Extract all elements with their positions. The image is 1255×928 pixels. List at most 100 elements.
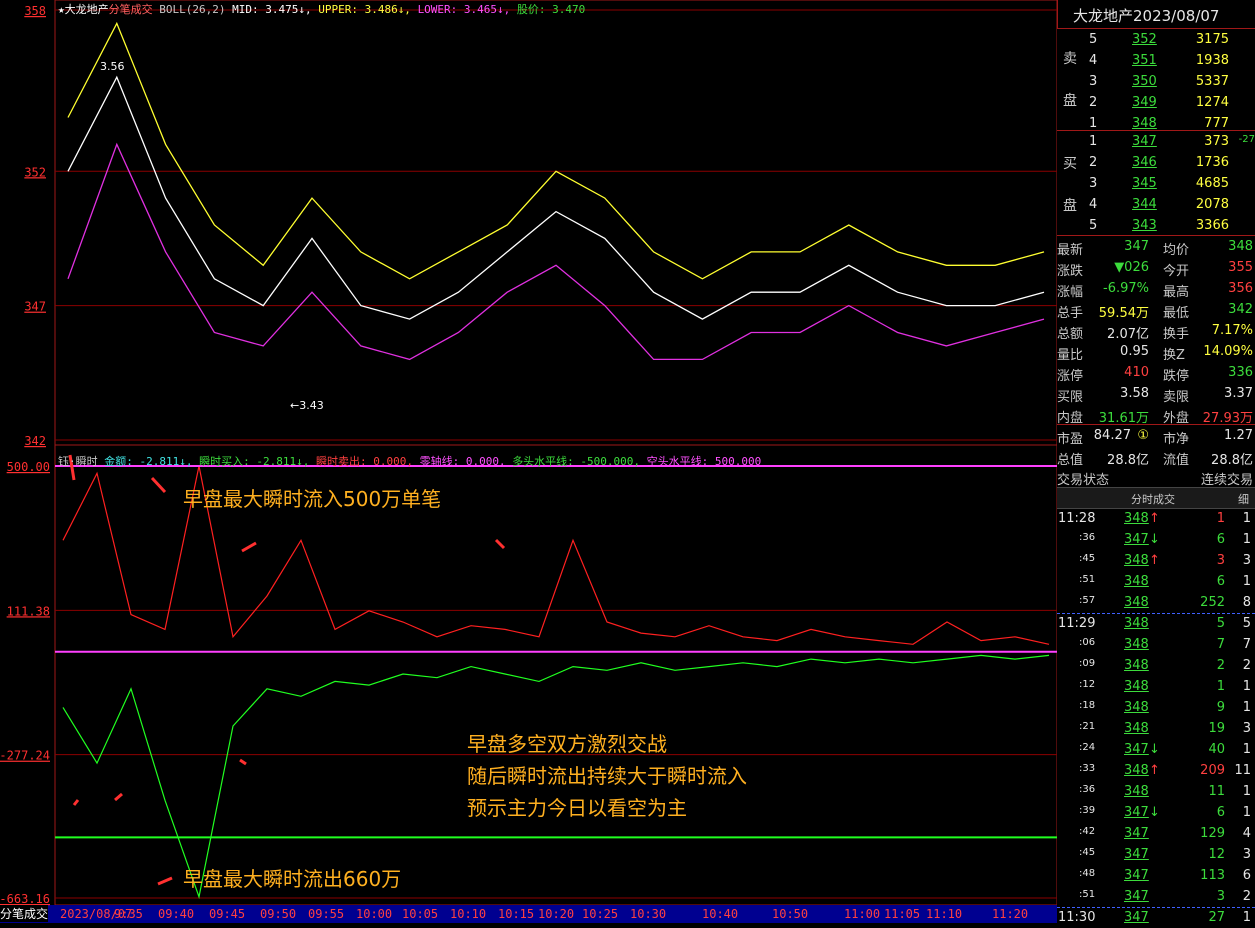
tick-row: :48 347 113 6 [1057, 865, 1255, 886]
stat-value: 336 [1228, 365, 1253, 380]
tick-row: :06 348 7 7 [1057, 634, 1255, 655]
tick-row: :51 348 6 1 [1057, 571, 1255, 592]
order-volume: 1938 [1195, 53, 1229, 68]
tick-volume: 6 [1216, 574, 1225, 589]
x-tick-label: 09:55 [308, 907, 344, 921]
tick-time: :36 [1079, 784, 1096, 795]
order-volume: 3366 [1195, 218, 1229, 233]
stat-value: 356 [1228, 281, 1253, 296]
order-volume: 1736 [1195, 155, 1229, 170]
tick-direction-icon: ↑ [1149, 511, 1160, 526]
tick-time: 11:28 [1058, 511, 1096, 526]
tick-count: 2 [1242, 889, 1251, 904]
legend-short: 空头水平线: 500.000 [646, 455, 762, 468]
order-volume: 4685 [1195, 176, 1229, 191]
trade-state-value: 连续交易 [1200, 473, 1253, 488]
valuation-row: 总值 28.8亿 流值 28.8亿 [1057, 446, 1255, 468]
lower-y-tick-label: 500.00 [7, 460, 50, 474]
order-volume: 2078 [1195, 197, 1229, 212]
legend-upper: UPPER: 3.486↓, [318, 3, 411, 16]
tick-time: :09 [1079, 658, 1096, 669]
tick-time: :39 [1079, 805, 1096, 816]
tick-row: :12 348 1 1 [1057, 676, 1255, 697]
tick-price: 348 [1124, 595, 1149, 610]
indicator-name: BOLL(26,2) [159, 3, 226, 16]
arrow-marker [114, 792, 123, 802]
tick-time: :12 [1079, 679, 1096, 690]
legend-mid: MID: 3.475↓, [232, 3, 312, 16]
stat-label: 最低 [1163, 306, 1190, 321]
tick-time: :33 [1079, 763, 1096, 774]
lower-legend: 钰·瞬时 金额: -2.811↓, 瞬时买入: -2.811↓, 瞬时卖出: 0… [58, 453, 761, 469]
x-tick-label: 10:40 [702, 907, 738, 921]
tick-price: 348 [1124, 637, 1149, 652]
tick-price: 348 [1124, 784, 1149, 799]
x-tick-label: 10:20 [538, 907, 574, 921]
tick-count: 5 [1242, 616, 1251, 631]
sell-label-1: 卖 [1063, 51, 1077, 67]
stat-label: 卖限 [1163, 390, 1190, 405]
tick-time: :42 [1079, 826, 1096, 837]
tick-price: 348 [1124, 721, 1149, 736]
legend-buy: 瞬时买入: -2.811↓, [199, 455, 310, 468]
tick-time: :18 [1079, 700, 1096, 711]
x-tick-label: 10:50 [772, 907, 808, 921]
tick-volume: 252 [1200, 595, 1225, 610]
tick-count: 1 [1242, 700, 1251, 715]
stat-value: 7.17% [1211, 323, 1253, 338]
lower-y-tick-label: -277.24 [0, 749, 50, 763]
stat-row: 内盘 31.61万 外盘 27.93万 [1057, 404, 1255, 426]
tick-row: 11:30 347 27 1 [1057, 907, 1255, 928]
tick-time: :51 [1079, 889, 1096, 900]
annotation-max-outflow: 早盘最大瞬时流出660万 [183, 867, 402, 891]
upper-y-tick-label: 347 [24, 300, 46, 314]
tick-price: 347 [1124, 532, 1149, 547]
annotation-summary-1: 早盘多空双方激烈交战 [467, 732, 667, 756]
tick-volume: 2 [1216, 658, 1225, 673]
tick-price: 347 [1124, 805, 1149, 820]
tick-price: 348 [1124, 679, 1149, 694]
tick-price: 347 [1124, 868, 1149, 883]
upper-y-tick-label: 352 [24, 165, 46, 179]
stat-value: 3.37 [1224, 386, 1253, 401]
stat-value: 410 [1124, 365, 1149, 380]
order-price: 352 [1132, 32, 1157, 47]
stat-label: 总额 [1057, 327, 1084, 342]
stat-value: 342 [1228, 302, 1253, 317]
stat-row: 买限 3.58 卖限 3.37 [1057, 383, 1255, 405]
tick-count: 3 [1242, 721, 1251, 736]
x-tick-label: 11:00 [844, 907, 880, 921]
star-icon: ★ [58, 3, 65, 16]
tick-volume: 3 [1216, 889, 1225, 904]
tick-time: :57 [1079, 595, 1096, 606]
level-number: 1 [1089, 116, 1098, 131]
stat-label: 量比 [1057, 348, 1084, 363]
x-tick-label: 11:10 [926, 907, 962, 921]
tick-time: :51 [1079, 574, 1096, 585]
upper-y-tick-label: 342 [24, 434, 46, 448]
buy-level-row: 1 347 373 -27 [1057, 131, 1255, 152]
x-tick-label: 10:05 [402, 907, 438, 921]
stat-value: 0.95 [1120, 344, 1149, 359]
order-volume: 777 [1204, 116, 1229, 131]
tick-count: 1 [1242, 511, 1251, 526]
arrow-marker [157, 876, 173, 886]
stat-value: 347 [1124, 239, 1149, 254]
tick-count: 1 [1242, 574, 1251, 589]
tick-volume: 129 [1200, 826, 1225, 841]
panel-header: 大龙地产2023/08/07 [1073, 7, 1220, 25]
ticks-detail-tab[interactable]: 细 [1238, 491, 1249, 507]
tick-row: :18 348 9 1 [1057, 697, 1255, 718]
order-volume: 1274 [1195, 95, 1229, 110]
x-tick-label: 10:10 [450, 907, 486, 921]
stat-row: 涨停 410 跌停 336 [1057, 362, 1255, 384]
stat-value: 1.27 [1224, 428, 1253, 443]
stat-value: 348 [1228, 239, 1253, 254]
tick-time: :21 [1079, 721, 1096, 732]
tick-volume: 19 [1208, 721, 1225, 736]
x-tick-label: 09:50 [260, 907, 296, 921]
ticks-header-label[interactable]: 分时成交 [1131, 491, 1175, 507]
quote-panel: 大龙地产2023/08/07 5 352 3175 4 351 1938 3 350 5337 2… [1057, 0, 1255, 925]
tick-direction-icon: ↓ [1149, 532, 1160, 547]
level-number: 1 [1089, 134, 1098, 149]
